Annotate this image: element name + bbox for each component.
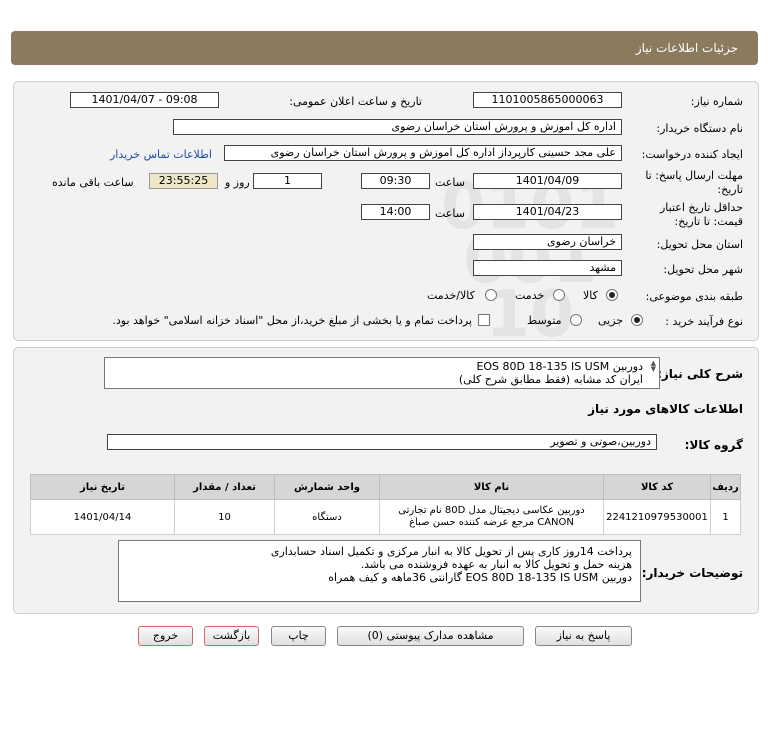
cell-goods-name: دوربین عکاسی دیجیتال مدل 80D نام تجارتی … [379,499,604,535]
summary-textarea: دوربین EOS 80D 18-135 IS USM ایران کد مش… [104,357,660,389]
deadline-label-line2: تاریخ: [717,183,743,196]
validity-time-label: ساعت [435,207,465,220]
process-label: نوع فرآیند خرید : [665,315,743,328]
announce-label: تاریخ و ساعت اعلان عمومی: [289,95,422,108]
cell-need-date: 1401/04/14 [30,499,175,535]
goods-table-header: ردیف کد کالا نام کالا واحد شمارش تعداد /… [30,474,741,500]
scroll-arrows-icon[interactable]: ▲ ▼ [651,360,656,373]
need-number-label: شماره نیاز: [690,95,743,108]
goods-info-title: اطلاعات کالاهای مورد نیاز [588,402,743,416]
view-attachments-button[interactable]: مشاهده مدارک پیوستی (0) [337,626,524,646]
deadline-date-field: 1401/04/09 [473,173,622,189]
deadline-label-line1: مهلت ارسال پاسخ: تا [645,169,743,182]
days-label: روز و [225,176,250,189]
validity-time-field: 14:00 [361,204,430,220]
goods-table: ردیف کد کالا نام کالا واحد شمارش تعداد /… [30,474,741,535]
treasury-payment-note: پرداخت تمام و یا بخشی از مبلغ خرید،از مح… [112,314,472,327]
category-option-service: خدمت [515,289,545,302]
treasury-payment-checkbox[interactable] [478,314,490,326]
buyer-org-label: نام دستگاه خریدار: [656,122,743,135]
deadline-time-label: ساعت [435,176,465,189]
process-radio-medium[interactable] [570,314,582,326]
goods-group-field: دوربین،صوتی و تصویر [107,434,657,450]
remaining-label: ساعت باقی مانده [52,176,134,189]
page-title: جزئیات اطلاعات نیاز [635,41,738,55]
deadline-label: مهلت ارسال پاسخ: تا تاریخ: [645,169,743,197]
validity-label-line1: حداقل تاریخ اعتبار [659,201,743,214]
buyer-notes-textarea: پرداخت 14روز کاری پس از تحویل کالا به ان… [118,540,641,602]
process-option-minor: جزیی [598,314,624,327]
buyer-contact-link[interactable]: اطلاعات تماس خریدار [110,148,212,161]
cell-unit: دستگاه [274,499,380,535]
page-header: جزئیات اطلاعات نیاز [11,31,758,65]
category-option-goods: کالا [583,289,598,302]
summary-label: شرح کلی نیاز: [657,367,743,381]
summary-line-1: دوربین EOS 80D 18-135 IS USM [476,360,643,373]
col-need-date: تاریخ نیاز [30,474,175,500]
print-button[interactable]: چاپ [271,626,326,646]
buyer-notes-line-2: هزینه حمل و تحویل کالا به انبار به عهده … [360,558,632,571]
buyer-org-field: اداره کل اموزش و پرورش استان خراسان رضوی [173,119,622,135]
back-button[interactable]: بازگشت [204,626,259,646]
reply-button[interactable]: پاسخ به نیاز [535,626,632,646]
col-goods-code: کد کالا [603,474,711,500]
category-radio-goods-service[interactable] [485,289,497,301]
city-field: مشهد [473,260,622,276]
table-row: 1 2241210979530001 دوربین عکاسی دیجیتال … [30,499,741,535]
exit-button[interactable]: خروج [138,626,193,646]
province-field: خراسان رضوی [473,234,622,250]
cell-quantity: 10 [174,499,275,535]
category-option-goods-service: کالا/خدمت [427,289,475,302]
process-option-medium: متوسط [527,314,562,327]
creator-field: علی مجد حسینی کارپرداز اداره کل اموزش و … [224,145,622,161]
validity-label-line2: قیمت: تا تاریخ: [674,215,743,228]
col-quantity: تعداد / مقدار [174,474,275,500]
validity-label: حداقل تاریخ اعتبار قیمت: تا تاریخ: [660,201,743,229]
announce-field: 1401/04/07 - 09:08 [70,92,219,108]
remaining-time-field: 23:55:25 [149,173,218,189]
buyer-notes-label: توضیحات خریدار: [641,566,743,580]
col-unit: واحد شمارش [274,474,380,500]
cell-goods-code: 2241210979530001 [603,499,711,535]
need-number-field: 1101005865000063 [473,92,622,108]
deadline-time-field: 09:30 [361,173,430,189]
creator-label: ایجاد کننده درخواست: [641,148,743,161]
category-radio-goods[interactable] [606,289,618,301]
process-radio-minor[interactable] [631,314,643,326]
validity-date-field: 1401/04/23 [473,204,622,220]
summary-line-2: ایران کد مشابه (فقط مطابق شرح کلی) [458,373,643,386]
col-row-number: ردیف [710,474,741,500]
province-label: استان محل تحویل: [656,238,743,251]
category-label: طبقه بندی موضوعی: [645,290,743,303]
days-field: 1 [253,173,322,189]
buyer-notes-line-3: دوربین EOS 80D 18-135 IS USM گارانتی 36م… [328,571,632,584]
cell-row-number: 1 [710,499,741,535]
goods-group-label: گروه کالا: [684,438,743,452]
city-label: شهر محل تحویل: [663,263,743,276]
buyer-notes-line-1: پرداخت 14روز کاری پس از تحویل کالا به ان… [270,545,632,558]
category-radio-service[interactable] [553,289,565,301]
col-goods-name: نام کالا [379,474,604,500]
